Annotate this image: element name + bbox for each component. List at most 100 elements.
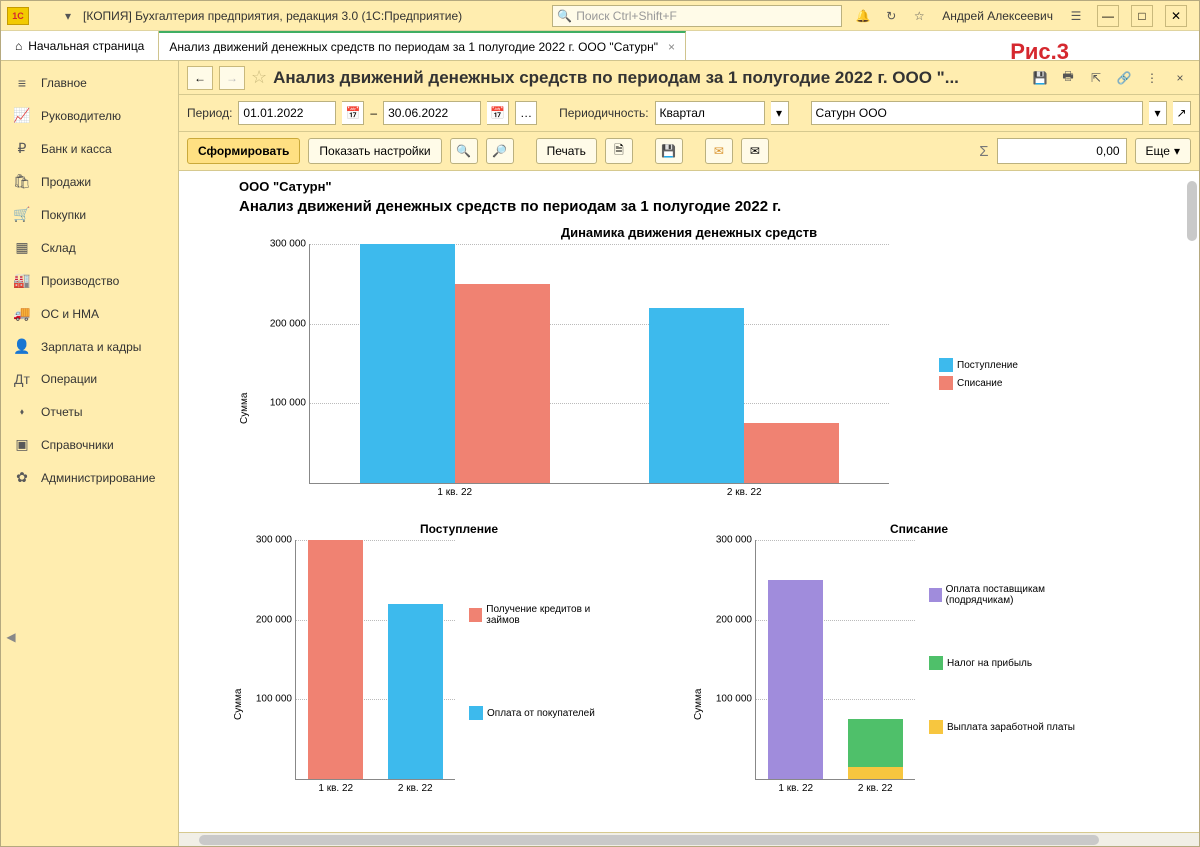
find-replace-icon[interactable]: 🔎: [486, 138, 514, 164]
bell-icon[interactable]: 🔔: [854, 7, 872, 25]
legend-swatch-supplier: [929, 588, 942, 602]
star-icon[interactable]: ☆: [910, 7, 928, 25]
app-title: [КОПИЯ] Бухгалтерия предприятия, редакци…: [83, 9, 462, 23]
sidebar-label-0: Главное: [41, 76, 87, 90]
sidebar-item-0[interactable]: ≡Главное: [1, 67, 178, 99]
search-icon: 🔍: [557, 9, 572, 23]
logo-1c-icon: 1C: [7, 7, 29, 25]
kebab-icon[interactable]: ⋮: [1141, 67, 1163, 89]
home-tab[interactable]: ⌂ Начальная страница: [1, 31, 159, 60]
sidebar-icon-12: ✿: [13, 469, 31, 486]
sidebar-item-3[interactable]: 🛍Продажи: [1, 165, 178, 198]
date-to-calendar-icon[interactable]: 📅: [487, 101, 509, 125]
find-icon[interactable]: 🔍: [450, 138, 478, 164]
sidebar-item-8[interactable]: 👤Зарплата и кадры: [1, 330, 178, 363]
period-picker-button[interactable]: …: [515, 101, 537, 125]
report-org: ООО "Сатурн": [239, 179, 1139, 194]
sidebar-item-9[interactable]: ДтОперации: [1, 363, 178, 395]
sidebar-item-7[interactable]: 🚚ОС и НМА: [1, 297, 178, 330]
chart-income-title: Поступление: [239, 522, 679, 536]
report-scroll[interactable]: ООО "Сатурн" Анализ движений денежных ср…: [179, 171, 1199, 832]
date-from-calendar-icon[interactable]: 📅: [342, 101, 364, 125]
chart-main-ylabel: Сумма: [239, 393, 250, 424]
vertical-scrollbar[interactable]: [1187, 181, 1197, 241]
organization-input[interactable]: Сатурн ООО: [811, 101, 1143, 125]
organization-dropdown-icon[interactable]: ▾: [1149, 101, 1167, 125]
period-label: Период:: [187, 106, 232, 120]
sidebar-item-12[interactable]: ✿ Администрирование: [1, 461, 178, 494]
chart-income: Поступление Сумма 100 000200 000300 0001…: [239, 522, 679, 800]
chart-income-ylabel: Сумма: [233, 689, 244, 720]
username-label[interactable]: Андрей Алексеевич: [938, 9, 1057, 23]
sidebar-label-10: Отчеты: [41, 405, 82, 419]
favorite-star-icon[interactable]: ☆: [251, 67, 267, 88]
main-menu-icon[interactable]: [35, 7, 53, 25]
organization-open-icon[interactable]: ↗: [1173, 101, 1191, 125]
nav-back-button[interactable]: ←: [187, 66, 213, 90]
sidebar-item-10[interactable]: ⬪ Отчеты: [1, 395, 178, 428]
generate-button[interactable]: Сформировать: [187, 138, 300, 164]
horizontal-scrollbar[interactable]: [199, 835, 1099, 845]
sidebar-item-5[interactable]: ▦Склад: [1, 231, 178, 264]
legend-swatch-outcome: [939, 376, 953, 390]
date-separator: –: [370, 106, 377, 120]
email-icon[interactable]: ✉: [705, 138, 733, 164]
legend-swatch-buyers: [469, 706, 483, 720]
save-report-icon[interactable]: 💾: [655, 138, 683, 164]
bar: [455, 284, 550, 483]
periodicity-select[interactable]: Квартал: [655, 101, 765, 125]
sidebar-item-1[interactable]: 📈Руководителю: [1, 99, 178, 132]
show-settings-button[interactable]: Показать настройки: [308, 138, 441, 164]
horizontal-scrollbar-track[interactable]: [179, 832, 1199, 846]
document-tab[interactable]: Анализ движений денежных средств по пери…: [159, 31, 686, 60]
dropdown-icon[interactable]: ▾: [59, 7, 77, 25]
close-doc-icon[interactable]: ×: [1169, 67, 1191, 89]
sidebar-icon-3: 🛍: [13, 173, 31, 190]
print-button[interactable]: Печать: [536, 138, 597, 164]
export-icon[interactable]: ⇱: [1085, 67, 1107, 89]
sidebar-icon-5: ▦: [13, 239, 31, 256]
nav-sidebar: ≡Главное📈Руководителю ₽ Банк и касса 🛍Прода…: [1, 61, 179, 846]
minimize-button[interactable]: —: [1097, 5, 1119, 27]
periodicity-dropdown-icon[interactable]: ▾: [771, 101, 789, 125]
close-button[interactable]: ✕: [1165, 5, 1187, 27]
bar: [308, 540, 363, 779]
global-search-input[interactable]: 🔍 Поиск Ctrl+Shift+F: [552, 5, 842, 27]
params-row: Период: 01.01.2022 📅 – 30.06.2022 📅 … Пе…: [179, 95, 1199, 132]
sidebar-label-1: Руководителю: [41, 109, 121, 123]
sidebar-label-12: Администрирование: [41, 471, 155, 485]
date-to-input[interactable]: 30.06.2022: [383, 101, 481, 125]
history-icon[interactable]: ↻: [882, 7, 900, 25]
report-title: Анализ движений денежных средств по пери…: [239, 198, 1139, 215]
chart-income-legend: Получение кредитов и займов Оплата от по…: [469, 600, 619, 724]
nav-forward-button[interactable]: →: [219, 66, 245, 90]
more-button[interactable]: Еще▾: [1135, 138, 1191, 164]
sidebar-icon-10: ⬪: [13, 403, 31, 420]
sidebar-item-6[interactable]: 🏭Производство: [1, 264, 178, 297]
print-header-icon[interactable]: 🖶: [1057, 67, 1079, 89]
sidebar-icon-9: Дт: [13, 371, 31, 387]
sidebar-item-2[interactable]: ₽ Банк и касса: [1, 132, 178, 165]
sigma-icon: Σ: [979, 143, 988, 160]
sidebar-label-2: Банк и касса: [41, 142, 112, 156]
home-tab-label: Начальная страница: [28, 39, 144, 53]
content-area: ← → ☆ Анализ движений денежных средств п…: [179, 61, 1199, 846]
sidebar-icon-2: ₽: [13, 140, 31, 157]
legend-swatch-tax: [929, 656, 943, 670]
sidebar-icon-6: 🏭: [13, 272, 31, 289]
save-icon[interactable]: 💾: [1029, 67, 1051, 89]
sidebar-item-11[interactable]: ▣Справочники: [1, 428, 178, 461]
sidebar-collapse-icon[interactable]: ◀: [1, 627, 21, 647]
sidebar-label-7: ОС и НМА: [41, 307, 99, 321]
close-tab-icon[interactable]: ×: [668, 40, 675, 54]
user-menu-icon[interactable]: ☰: [1067, 7, 1085, 25]
date-from-input[interactable]: 01.01.2022: [238, 101, 336, 125]
link-icon[interactable]: 🔗: [1113, 67, 1135, 89]
email-settings-icon[interactable]: ✉: [741, 138, 769, 164]
print-preview-icon[interactable]: 🗎: [605, 138, 633, 164]
sum-field[interactable]: 0,00: [997, 138, 1127, 164]
sidebar-item-4[interactable]: 🛒Покупки: [1, 198, 178, 231]
sidebar-icon-4: 🛒: [13, 206, 31, 223]
maximize-button[interactable]: □: [1131, 5, 1153, 27]
bar: [388, 604, 443, 779]
